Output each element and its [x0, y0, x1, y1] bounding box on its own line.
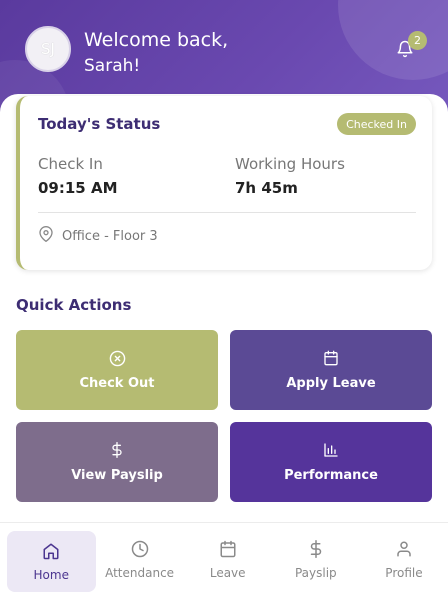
check-in-value: 09:15 AM — [38, 179, 118, 197]
performance-label: Performance — [284, 468, 378, 483]
nav-label-home: Home — [33, 567, 69, 582]
dollar-icon — [108, 441, 126, 459]
view-payslip-button[interactable]: View Payslip — [16, 422, 218, 502]
greeting-line1: Welcome back, — [84, 29, 229, 51]
location-text: Office - Floor 3 — [62, 228, 158, 244]
status-title: Today's Status — [38, 115, 161, 133]
bottom-nav: Home Attendance Leave Payslip Profile — [0, 522, 448, 596]
quick-actions-title: Quick Actions — [16, 296, 132, 314]
header-decoration — [338, 0, 448, 80]
x-circle-icon — [108, 349, 126, 367]
calendar-icon — [322, 349, 340, 367]
nav-item-profile[interactable]: Profile — [360, 523, 448, 596]
check-out-button[interactable]: Check Out — [16, 330, 218, 410]
dollar-icon — [307, 539, 325, 558]
performance-button[interactable]: Performance — [230, 422, 432, 502]
greeting-name: Sarah! — [84, 56, 141, 76]
check-in-label: Check In — [38, 155, 103, 173]
apply-leave-label: Apply Leave — [286, 376, 376, 391]
nav-label-leave: Leave — [209, 565, 246, 580]
divider — [38, 212, 416, 213]
nav-item-home[interactable]: Home — [7, 531, 96, 592]
nav-label-profile: Profile — [385, 565, 423, 580]
nav-label-payslip: Payslip — [294, 565, 337, 580]
clock-icon — [131, 540, 149, 558]
notification-badge: 2 — [408, 31, 427, 50]
nav-item-leave[interactable]: Leave — [184, 523, 272, 596]
bar-chart-icon — [322, 441, 340, 459]
working-hours-value: 7h 45m — [235, 179, 298, 197]
working-hours-label: Working Hours — [235, 155, 345, 173]
home-icon — [42, 542, 60, 560]
view-payslip-label: View Payslip — [71, 468, 163, 483]
status-badge: Checked In — [337, 113, 416, 135]
location-pin-icon — [38, 226, 62, 246]
calendar-icon — [219, 540, 237, 558]
greeting: Welcome back, Sarah! — [84, 27, 228, 79]
user-icon — [395, 540, 413, 558]
avatar[interactable]: SJ — [25, 26, 71, 72]
nav-label-attendance: Attendance — [105, 565, 175, 580]
location: Office - Floor 3 — [38, 226, 158, 246]
nav-item-attendance[interactable]: Attendance — [96, 523, 184, 596]
apply-leave-button[interactable]: Apply Leave — [230, 330, 432, 410]
nav-item-payslip[interactable]: Payslip — [272, 523, 360, 596]
status-card: Today's Status Checked In Check In 09:15… — [16, 96, 432, 270]
check-out-label: Check Out — [79, 376, 155, 391]
